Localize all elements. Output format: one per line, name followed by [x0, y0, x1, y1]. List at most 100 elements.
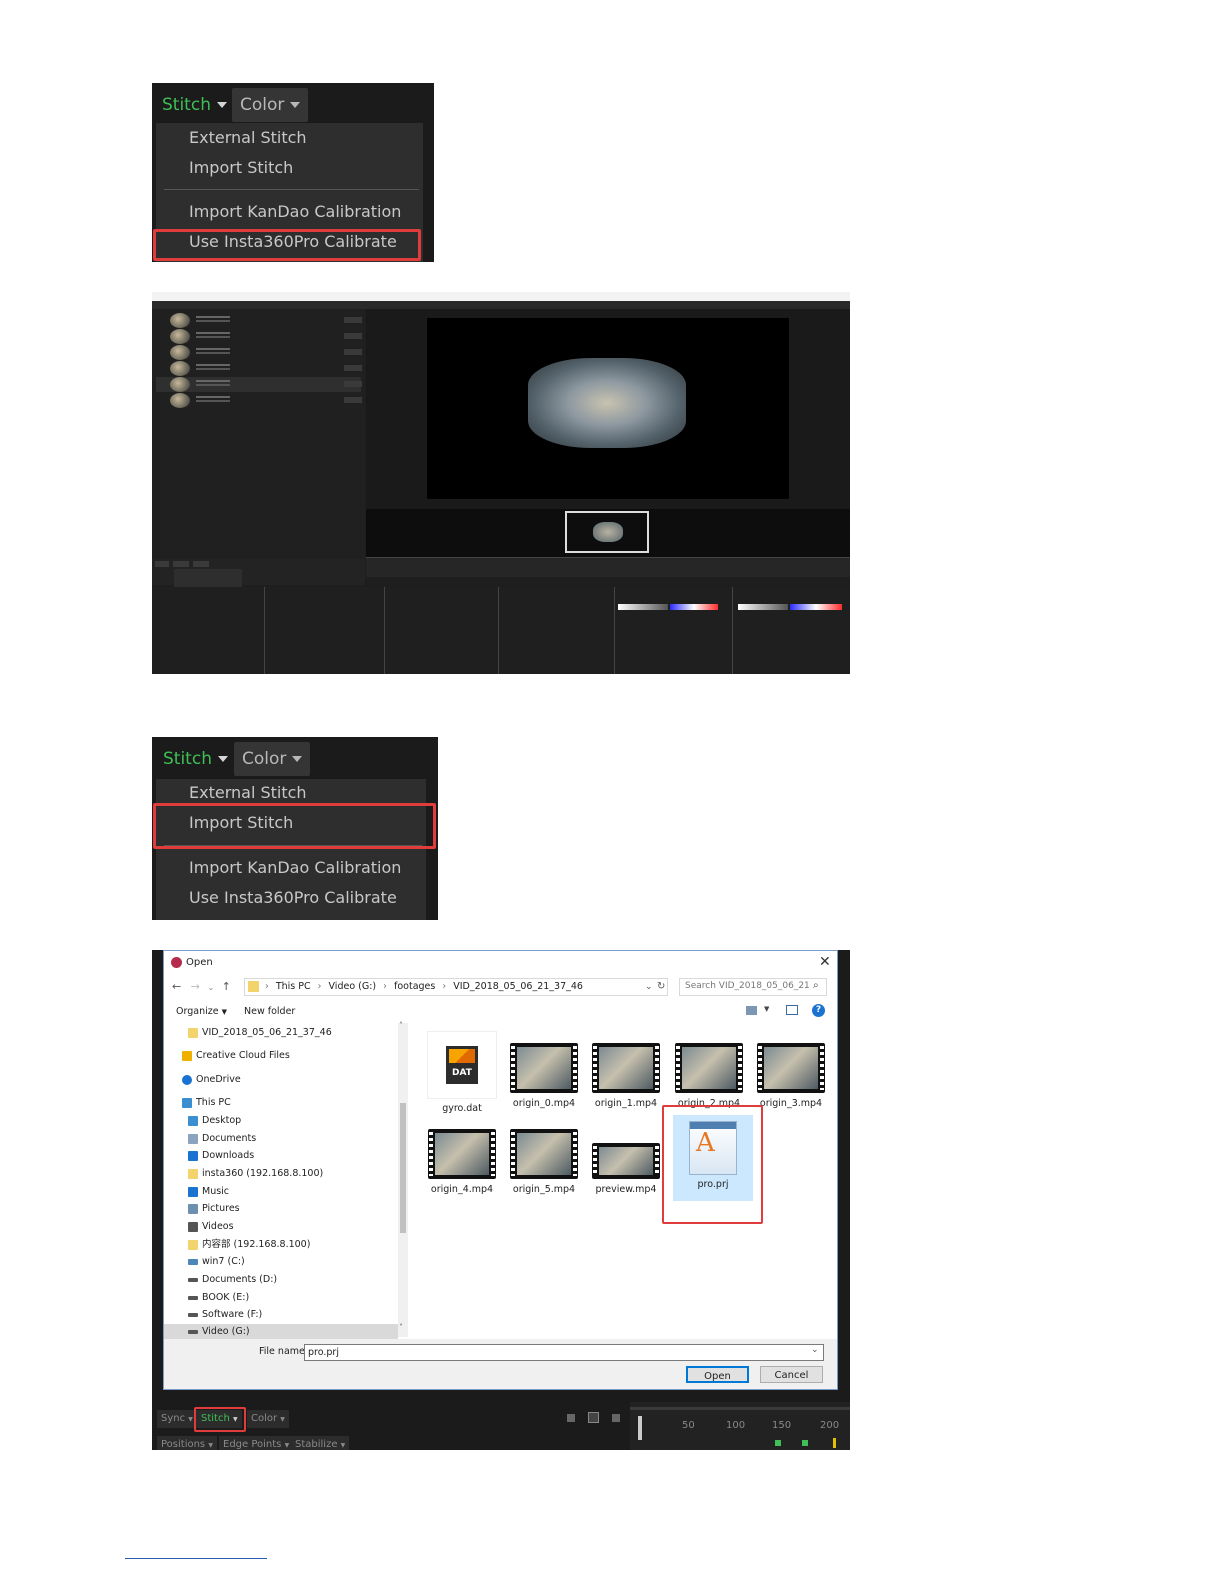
nav-item-content-share[interactable]: 内容部 (192.168.8.100): [188, 1237, 310, 1253]
up-arrow-icon[interactable]: ↑: [222, 980, 231, 993]
source-row[interactable]: [156, 361, 362, 376]
file-tile-origin-5[interactable]: origin_5.mp4: [504, 1129, 584, 1195]
nav-item-downloads[interactable]: Downloads: [188, 1148, 254, 1164]
nav-item-videos[interactable]: Videos: [188, 1219, 234, 1235]
filename-input[interactable]: pro.prj ⌄: [304, 1344, 824, 1361]
back-arrow-icon[interactable]: ←: [172, 980, 181, 993]
nav-item-label: BOOK (E:): [202, 1292, 250, 1303]
mini-sync-button[interactable]: [155, 561, 169, 567]
color-menu-button[interactable]: Color ▼: [247, 1410, 289, 1428]
file-tile-gyro-dat[interactable]: DAT gyro.dat: [422, 1031, 502, 1114]
current-frame-thumbnail[interactable]: [565, 511, 649, 553]
source-control[interactable]: [344, 333, 362, 339]
source-row[interactable]: [156, 393, 362, 408]
nav-item-drive-c[interactable]: win7 (C:): [188, 1254, 245, 1270]
timeline[interactable]: [366, 557, 850, 578]
source-control[interactable]: [344, 365, 362, 371]
scrollbar-thumb[interactable]: [400, 1103, 406, 1233]
preview-pane-icon[interactable]: [786, 1005, 798, 1015]
source-row[interactable]: [156, 345, 362, 360]
help-icon[interactable]: ?: [812, 1004, 825, 1017]
file-tile-origin-3[interactable]: origin_3.mp4: [751, 1043, 831, 1109]
playback-controls[interactable]: [366, 577, 850, 587]
menu-item-import-kandao-calibration[interactable]: Import KanDao Calibration: [189, 858, 401, 877]
source-row[interactable]: [156, 313, 362, 328]
grid-view-icon[interactable]: [567, 1414, 575, 1422]
nav-item-music[interactable]: Music: [188, 1184, 229, 1200]
timeline-ruler[interactable]: 50 100 150 200: [630, 1402, 850, 1450]
breadcrumb-item[interactable]: footages: [394, 981, 435, 992]
breadcrumb-item[interactable]: This PC: [276, 981, 311, 992]
file-tile-preview[interactable]: preview.mp4: [586, 1143, 666, 1195]
stabilize-menu-button[interactable]: Stabilize ▼: [291, 1436, 350, 1450]
address-bar[interactable]: › This PC › Video (G:) › footages › VID_…: [244, 978, 668, 996]
nav-item-desktop[interactable]: Desktop: [188, 1113, 241, 1129]
cancel-button[interactable]: Cancel: [760, 1366, 823, 1383]
menu-item-external-stitch[interactable]: External Stitch: [189, 783, 307, 802]
positions-menu-button[interactable]: Positions ▼: [157, 1436, 217, 1450]
keyframe-marker-icon[interactable]: [802, 1440, 808, 1446]
mini-stitch-button[interactable]: [173, 561, 189, 567]
file-tile-origin-2[interactable]: origin_2.mp4: [669, 1043, 749, 1109]
source-control[interactable]: [344, 349, 362, 355]
search-input[interactable]: Search VID_2018_05_06_21_37_...: [685, 981, 810, 991]
organize-button[interactable]: Organize ▼: [176, 1006, 227, 1017]
nav-item-drive-g[interactable]: Video (G:): [164, 1324, 398, 1340]
breadcrumb-item[interactable]: VID_2018_05_06_21_37_46: [453, 981, 583, 992]
nav-item-this-pc[interactable]: This PC: [182, 1095, 231, 1111]
source-row[interactable]: [156, 329, 362, 344]
edge-points-menu-button[interactable]: Edge Points ▼: [219, 1436, 294, 1450]
file-tile-origin-4[interactable]: origin_4.mp4: [422, 1129, 502, 1195]
color-menu-button[interactable]: Color: [234, 742, 311, 776]
menu-item-import-stitch[interactable]: Import Stitch: [189, 158, 293, 177]
file-tile-origin-1[interactable]: origin_1.mp4: [586, 1043, 666, 1109]
refresh-icon[interactable]: ↻: [657, 979, 665, 995]
playhead-marker[interactable]: [638, 1416, 642, 1440]
open-button[interactable]: Open: [686, 1366, 749, 1383]
nav-item-documents[interactable]: Documents: [188, 1131, 256, 1147]
footer-link-underline[interactable]: [125, 1558, 267, 1559]
in-point-marker-icon[interactable]: [833, 1438, 836, 1448]
source-control[interactable]: [344, 381, 362, 387]
nav-item-onedrive[interactable]: OneDrive: [182, 1072, 241, 1088]
forward-arrow-icon[interactable]: →: [191, 980, 200, 993]
nav-item-folder[interactable]: VID_2018_05_06_21_37_46: [188, 1025, 332, 1041]
color-gradient-output[interactable]: [670, 604, 718, 610]
keyframe-marker-icon[interactable]: [775, 1440, 781, 1446]
nav-item-creative-cloud[interactable]: Creative Cloud Files: [182, 1048, 290, 1064]
color-menu-button[interactable]: Color: [232, 88, 309, 122]
chevron-down-icon[interactable]: ▼: [764, 1005, 769, 1013]
recent-chevron-icon[interactable]: ⌄: [207, 983, 214, 992]
chevron-down-icon[interactable]: ⌄: [811, 1345, 819, 1355]
nav-item-insta360-share[interactable]: insta360 (192.168.8.100): [188, 1166, 323, 1182]
list-view-icon[interactable]: [588, 1412, 599, 1423]
view-options-icon[interactable]: [746, 1006, 757, 1015]
detail-view-icon[interactable]: [612, 1414, 620, 1422]
menu-item-import-kandao-calibration[interactable]: Import KanDao Calibration: [189, 202, 401, 221]
color-gradient-input[interactable]: [618, 604, 668, 610]
source-row[interactable]: [156, 377, 362, 392]
breadcrumb-item[interactable]: Video (G:): [329, 981, 377, 992]
menu-item-external-stitch[interactable]: External Stitch: [189, 128, 307, 147]
color-gradient-output-2[interactable]: [790, 604, 842, 610]
color-gradient-input-2[interactable]: [738, 604, 788, 610]
source-control[interactable]: [344, 317, 362, 323]
source-control[interactable]: [344, 397, 362, 403]
nav-item-drive-d[interactable]: Documents (D:): [188, 1272, 277, 1288]
address-dropdown-icon[interactable]: ⌄: [645, 979, 653, 995]
stitch-menu-button[interactable]: Stitch: [154, 88, 235, 122]
new-folder-button[interactable]: New folder: [244, 1006, 295, 1017]
mini-color-button[interactable]: [193, 561, 209, 567]
menu-item-use-insta360pro-calibrate[interactable]: Use Insta360Pro Calibrate: [189, 888, 397, 907]
nav-item-drive-e[interactable]: BOOK (E:): [188, 1290, 249, 1306]
stitch-menu-button[interactable]: Stitch: [155, 742, 236, 776]
file-tile-origin-0[interactable]: origin_0.mp4: [504, 1043, 584, 1109]
close-icon[interactable]: ✕: [819, 954, 831, 970]
scroll-down-icon[interactable]: ˅: [399, 1323, 403, 1332]
sync-menu-button[interactable]: Sync ▼: [157, 1410, 197, 1428]
nav-item-drive-f[interactable]: Software (F:): [188, 1307, 262, 1323]
nav-item-pictures[interactable]: Pictures: [188, 1201, 240, 1217]
nav-scrollbar[interactable]: ˄ ˅: [398, 1021, 408, 1337]
search-box[interactable]: Search VID_2018_05_06_21_37_... ⌕: [679, 978, 827, 996]
scroll-up-icon[interactable]: ˄: [399, 1021, 403, 1030]
